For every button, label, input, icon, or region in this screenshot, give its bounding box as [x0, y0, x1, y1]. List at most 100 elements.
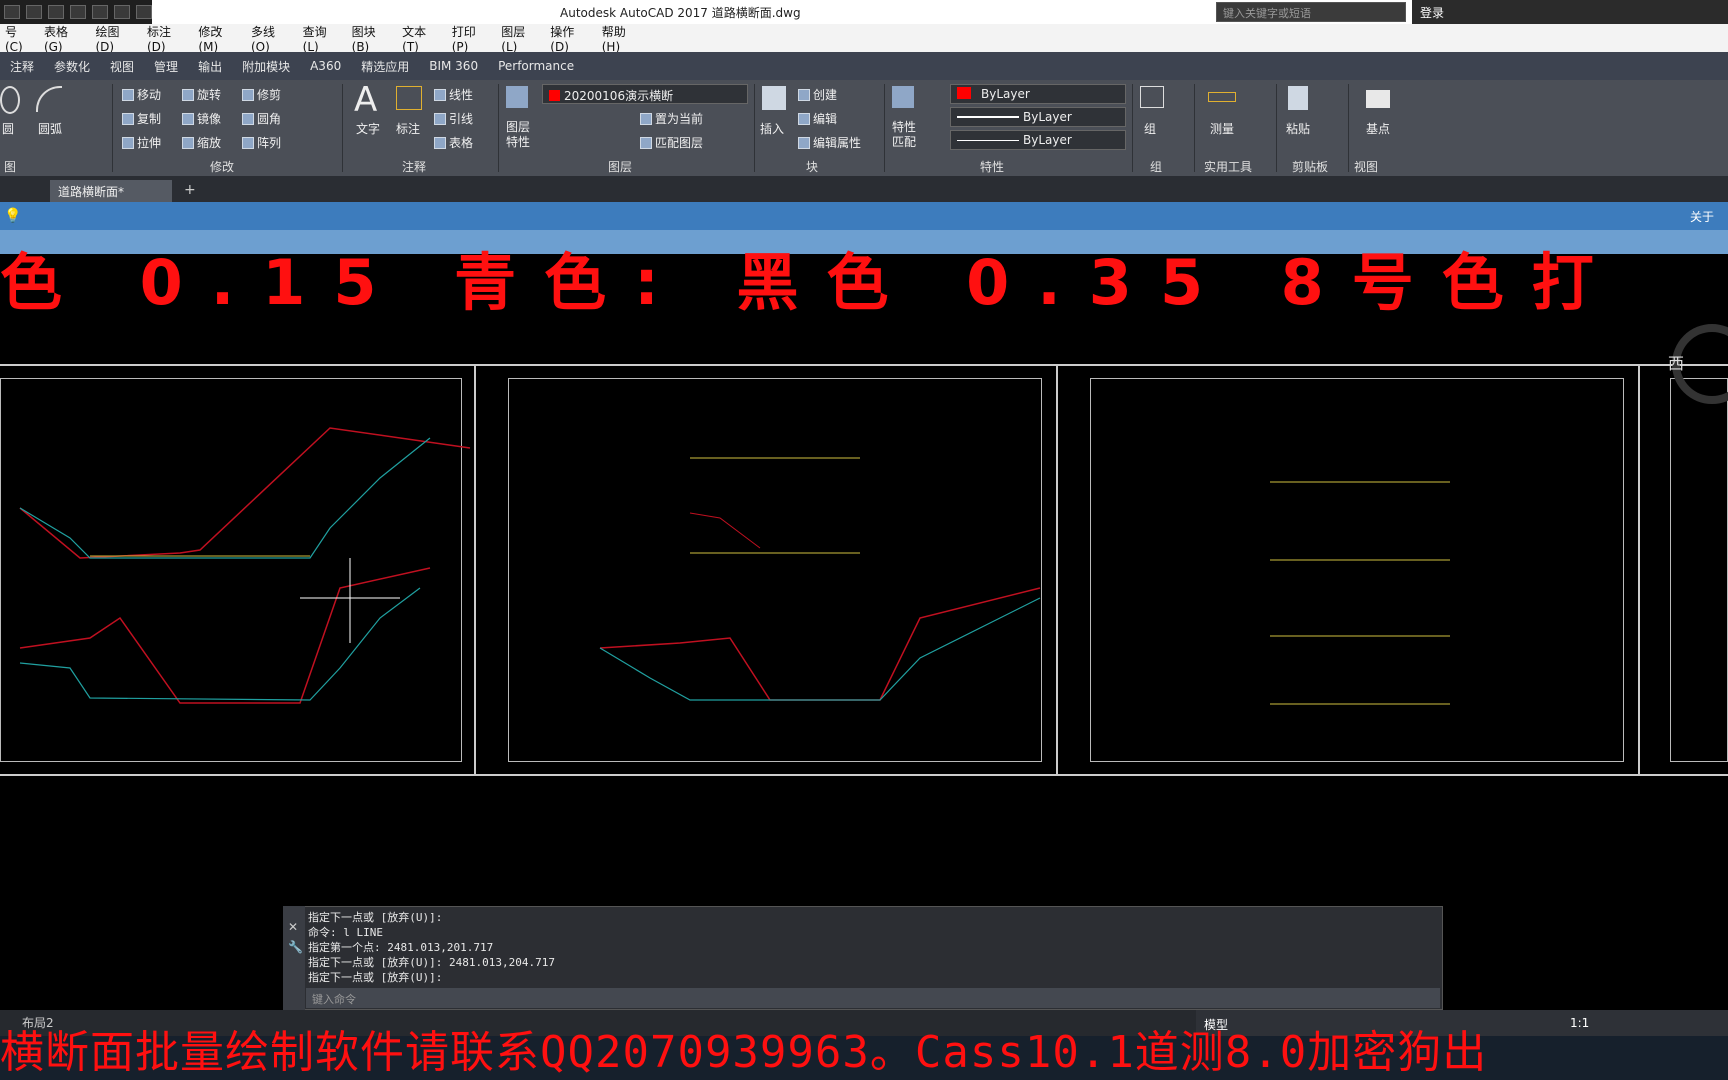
text-button[interactable]: 文字 [356, 120, 380, 137]
edit-block-button[interactable]: 编辑 [798, 110, 837, 127]
linetype-dropdown[interactable]: ByLayer [950, 107, 1126, 127]
paste-icon[interactable] [1288, 86, 1308, 110]
tab-addins[interactable]: 附加模块 [232, 58, 300, 75]
layer-properties-button[interactable]: 图层 特性 [506, 120, 530, 150]
utilities-panel-label[interactable]: 实用工具 [1204, 158, 1252, 175]
base-view-icon[interactable] [1366, 90, 1390, 108]
linear-button[interactable]: 线性 [434, 86, 473, 103]
about-link[interactable]: 关于 [1690, 208, 1714, 225]
menu-item[interactable]: 图层(L) [496, 23, 545, 54]
open-icon[interactable] [26, 5, 42, 19]
scale-button[interactable]: 缩放 [182, 134, 221, 151]
tab-performance[interactable]: Performance [488, 59, 584, 73]
draw-panel-label[interactable]: 图 [4, 158, 16, 175]
wrench-icon[interactable]: 🔧 [288, 940, 303, 954]
dimension-button[interactable]: 标注 [396, 120, 420, 137]
clipboard-panel-label[interactable]: 剪贴板 [1292, 158, 1328, 175]
search-input[interactable]: 键入关键字或短语 [1216, 2, 1406, 22]
layer-properties-icon[interactable] [506, 86, 528, 108]
lineweight-dropdown[interactable]: ByLayer [950, 130, 1126, 150]
create-block-button[interactable]: 创建 [798, 86, 837, 103]
trim-button[interactable]: 修剪 [242, 86, 281, 103]
login-button[interactable]: 登录 [1420, 4, 1444, 21]
dimension-icon[interactable] [396, 86, 422, 110]
menu-item[interactable]: 图块(B) [347, 23, 398, 54]
set-current-icon [640, 113, 652, 125]
properties-panel-label[interactable]: 特性 [980, 158, 1004, 175]
new-icon[interactable] [4, 5, 20, 19]
array-icon [242, 137, 254, 149]
menu-item[interactable]: 号(C) [0, 23, 39, 54]
measure-button[interactable]: 测量 [1210, 120, 1234, 137]
view-panel-label[interactable]: 视图 [1354, 158, 1378, 175]
menu-item[interactable]: 帮助(H) [597, 23, 648, 54]
leader-button[interactable]: 引线 [434, 110, 473, 127]
menu-item[interactable]: 文本(T) [397, 23, 447, 54]
redo-icon[interactable] [114, 5, 130, 19]
menu-item[interactable]: 绘图(D) [90, 23, 141, 54]
layer-dropdown[interactable]: 20200106演示横断 [542, 84, 748, 104]
arc-label[interactable]: 圆弧 [38, 120, 62, 137]
menu-item[interactable]: 修改(M) [193, 23, 246, 54]
move-button[interactable]: 移动 [122, 86, 161, 103]
fillet-button[interactable]: 圆角 [242, 110, 281, 127]
print-icon[interactable] [70, 5, 86, 19]
menu-item[interactable]: 表格(G) [39, 23, 91, 54]
match-properties-button[interactable]: 特性 匹配 [892, 120, 916, 150]
block-panel-label[interactable]: 块 [806, 158, 818, 175]
menu-item[interactable]: 打印(P) [447, 23, 497, 54]
tab-a360[interactable]: A360 [300, 59, 351, 73]
edit-attributes-button[interactable]: 编辑属性 [798, 134, 861, 151]
stretch-button[interactable]: 拉伸 [122, 134, 161, 151]
close-icon[interactable]: ✕ [288, 920, 298, 934]
tab-featured-apps[interactable]: 精选应用 [351, 58, 419, 75]
ribbon-tabs: 注释 参数化 视图 管理 输出 附加模块 A360 精选应用 BIM 360 P… [0, 52, 1728, 80]
lightbulb-icon[interactable]: 💡 [4, 208, 21, 224]
insert-icon[interactable] [762, 86, 786, 110]
menu-item[interactable]: 多线(O) [246, 23, 298, 54]
measure-icon[interactable] [1208, 92, 1236, 102]
match-properties-icon[interactable] [892, 86, 914, 108]
annotation-panel-label[interactable]: 注释 [402, 158, 426, 175]
base-view-button[interactable]: 基点 [1366, 120, 1390, 137]
tab-view[interactable]: 视图 [100, 58, 144, 75]
chevron-down-icon[interactable] [136, 5, 152, 19]
design-line-cyan [599, 597, 1041, 701]
save-icon[interactable] [48, 5, 64, 19]
viewcube-west-label[interactable]: 西 [1668, 350, 1684, 374]
menu-item[interactable]: 操作(D) [545, 23, 596, 54]
rotate-button[interactable]: 旋转 [182, 86, 221, 103]
tab-bim360[interactable]: BIM 360 [419, 59, 488, 73]
array-button[interactable]: 阵列 [242, 134, 281, 151]
mirror-button[interactable]: 镜像 [182, 110, 221, 127]
match-layer-button[interactable]: 匹配图层 [640, 134, 703, 151]
groups-panel-label[interactable]: 组 [1150, 158, 1162, 175]
insert-button[interactable]: 插入 [760, 120, 784, 137]
new-tab-icon[interactable]: + [184, 182, 196, 198]
rotate-icon [182, 89, 194, 101]
circle-icon[interactable] [0, 86, 20, 114]
design-line-cyan [19, 437, 431, 559]
group-button[interactable]: 组 [1144, 120, 1156, 137]
copy-button[interactable]: 复制 [122, 110, 161, 127]
tab-manage[interactable]: 管理 [144, 58, 188, 75]
undo-icon[interactable] [92, 5, 108, 19]
command-line: 命令: l LINE [308, 926, 383, 939]
tab-parametric[interactable]: 参数化 [44, 58, 100, 75]
paste-button[interactable]: 粘贴 [1286, 120, 1310, 137]
modify-panel-label[interactable]: 修改 [210, 158, 234, 175]
document-tab[interactable]: 道路横断面* [50, 180, 172, 202]
layers-panel-label[interactable]: 图层 [608, 158, 632, 175]
circle-label[interactable]: 圆 [2, 120, 14, 137]
tab-annotate[interactable]: 注释 [0, 58, 44, 75]
color-dropdown[interactable]: ByLayer [950, 84, 1126, 104]
set-current-button[interactable]: 置为当前 [640, 110, 703, 127]
menu-item[interactable]: 查询(L) [298, 23, 347, 54]
table-button[interactable]: 表格 [434, 134, 473, 151]
annotation-scale[interactable]: 1:1 [1570, 1016, 1589, 1030]
group-icon[interactable] [1140, 86, 1164, 108]
command-input[interactable]: 键入命令 [306, 988, 1440, 1008]
menu-item[interactable]: 标注(D) [142, 23, 193, 54]
text-icon[interactable]: A [354, 80, 377, 120]
tab-output[interactable]: 输出 [188, 58, 232, 75]
